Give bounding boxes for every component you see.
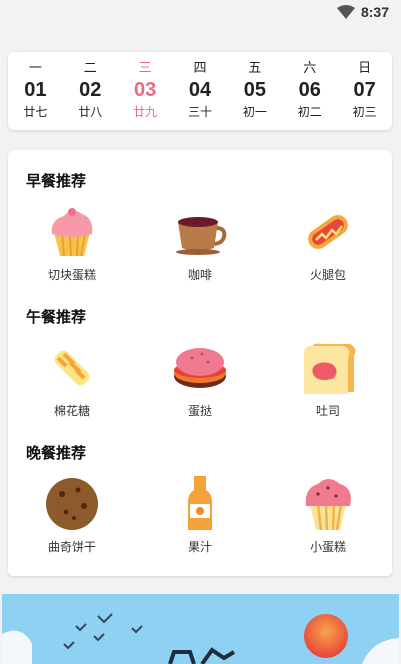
calendar-day[interactable]: 日 07 初三 [337, 52, 392, 130]
food-item[interactable]: 吐司 [273, 340, 383, 419]
sky-illustration [2, 594, 399, 664]
food-item[interactable]: 小蛋糕 [273, 476, 383, 555]
food-item[interactable]: 果汁 [145, 476, 255, 555]
calendar-day-selected[interactable]: 三 03 廿九 [118, 52, 173, 130]
section-title: 晚餐推荐 [26, 444, 87, 462]
week-calendar: 一 01 廿七 二 02 廿八 三 03 廿九 四 04 三十 五 05 初一 … [8, 52, 392, 130]
candy-icon [54, 350, 90, 386]
date-number: 07 [353, 79, 376, 101]
date-number: 03 [134, 79, 157, 101]
food-label: 小蛋糕 [309, 540, 346, 554]
food-item[interactable]: 棉花糖 [17, 340, 127, 419]
lunar-date: 初二 [297, 105, 322, 119]
lunar-date: 初三 [352, 105, 377, 119]
date-number: 02 [79, 79, 102, 101]
lunar-date: 三十 [188, 105, 213, 119]
food-label: 吐司 [315, 404, 340, 418]
weekday-label: 六 [303, 61, 317, 76]
lunar-date: 廿八 [78, 105, 103, 119]
food-label: 咖啡 [187, 268, 212, 282]
status-right: 8:37 [336, 4, 389, 20]
lunar-date: 廿九 [133, 105, 158, 119]
juice-bottle-icon [188, 476, 212, 530]
food-item[interactable]: 蛋挞 [145, 340, 255, 419]
food-grid: 棉花糖 蛋挞 吐司 [8, 340, 392, 430]
weekday-label: 五 [248, 61, 262, 76]
date-number: 04 [188, 79, 212, 101]
status-time: 8:37 [360, 4, 389, 20]
weekday-label: 一 [28, 61, 42, 76]
meal-recommendations-card: 早餐推荐 切块蛋糕 咖啡 火腿包 午餐推荐 棉花糖 蛋挞 吐司 晚餐推荐 曲奇饼… [8, 150, 392, 576]
calendar-day[interactable]: 二 02 廿八 [63, 52, 118, 130]
food-item[interactable]: 火腿包 [273, 204, 383, 283]
bottom-banner [2, 594, 399, 664]
cookie-icon [46, 478, 98, 530]
toast-icon [304, 343, 356, 394]
date-number: 06 [298, 79, 321, 101]
weekday-label: 三 [138, 61, 152, 76]
status-bar: 8:37 [0, 0, 401, 28]
macaron-icon [174, 348, 226, 388]
weekday-label: 日 [358, 61, 372, 76]
food-label: 棉花糖 [53, 404, 90, 418]
food-label: 曲奇饼干 [47, 540, 96, 554]
weekday-label: 四 [193, 61, 207, 76]
food-label: 蛋挞 [187, 404, 212, 418]
food-item[interactable]: 切块蛋糕 [17, 204, 127, 283]
lunar-date: 初一 [242, 105, 267, 119]
food-item[interactable]: 曲奇饼干 [17, 476, 127, 555]
food-label: 果汁 [187, 540, 212, 554]
date-number: 01 [24, 79, 47, 101]
hotdog-icon [308, 215, 348, 249]
section-title: 早餐推荐 [26, 172, 87, 190]
food-grid: 曲奇饼干 果汁 小蛋糕 [8, 476, 392, 566]
cupcake-icon [51, 208, 93, 257]
date-number: 05 [243, 79, 266, 101]
coffee-cup-icon [176, 217, 227, 255]
food-item[interactable]: 咖啡 [145, 204, 255, 283]
weekday-label: 二 [83, 61, 97, 76]
food-label: 切块蛋糕 [47, 268, 96, 282]
section-title: 午餐推荐 [26, 308, 87, 326]
food-grid: 切块蛋糕 咖啡 火腿包 [8, 204, 392, 294]
food-label: 火腿包 [309, 268, 346, 282]
lunar-date: 廿七 [23, 105, 48, 119]
calendar-day[interactable]: 六 06 初二 [282, 52, 337, 130]
calendar-day[interactable]: 四 04 三十 [173, 52, 228, 130]
calendar-day[interactable]: 一 01 廿七 [8, 52, 63, 130]
muffin-icon [305, 479, 351, 531]
calendar-day[interactable]: 五 05 初一 [227, 52, 282, 130]
wifi-icon [336, 5, 355, 19]
